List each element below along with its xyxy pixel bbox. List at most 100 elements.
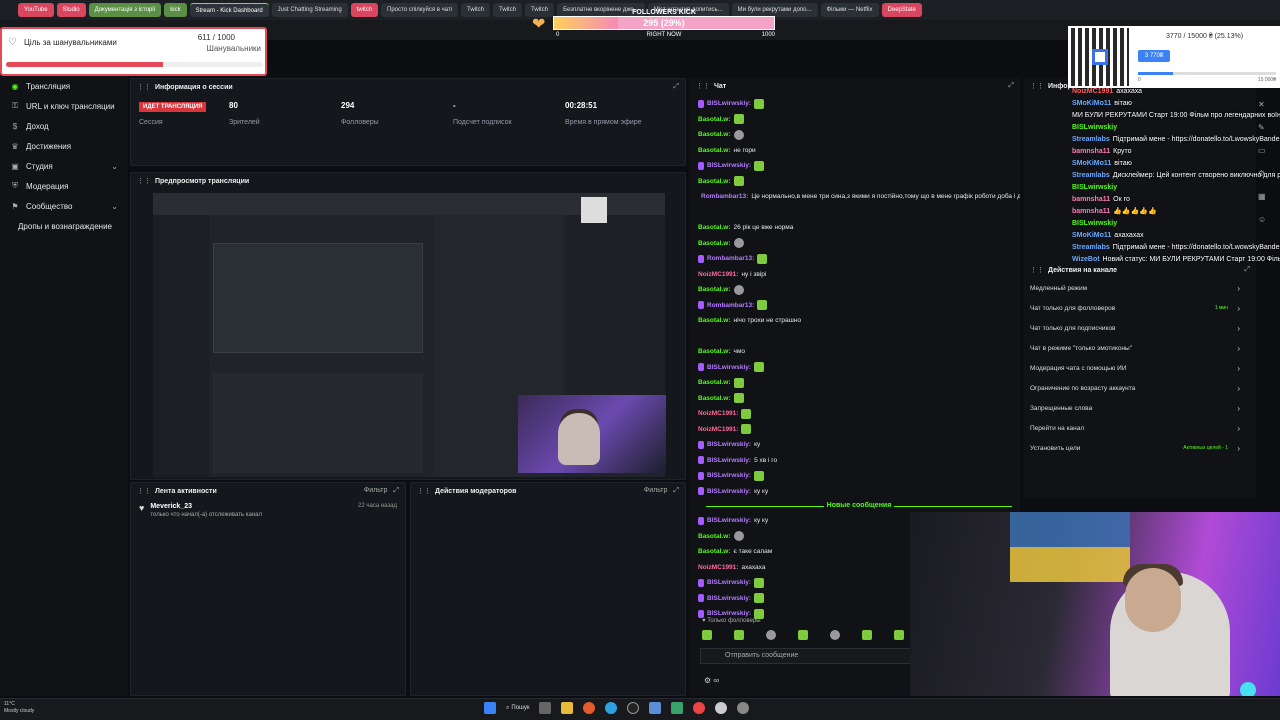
chat-message[interactable]: Rombambar13:: [698, 298, 1020, 314]
browser-tab[interactable]: Twitch: [461, 3, 491, 17]
browser-tab[interactable]: YouTube: [18, 3, 54, 17]
chat-username[interactable]: NoizMC1991:: [698, 406, 738, 422]
channel-action-row[interactable]: Установить цели Активных целей - 1 ›: [1024, 438, 1256, 458]
channel-action-row[interactable]: Перейти на канал ›: [1024, 418, 1256, 438]
chat-username[interactable]: BISLwirwskiy:: [707, 513, 751, 529]
chat-username[interactable]: BISLwirwskiy:: [707, 575, 751, 591]
drag-handle-icon[interactable]: ⋮⋮: [137, 487, 151, 495]
chat-message[interactable]: Rombambar13:: [698, 251, 1020, 267]
chat-message[interactable]: BISLwirwskiy: 5 хв і го: [698, 453, 1020, 469]
emote-icon[interactable]: [702, 630, 712, 640]
task-view-icon[interactable]: [539, 702, 552, 714]
chat-username[interactable]: BISLwirwskiy:: [707, 453, 751, 469]
chat-message[interactable]: NoizMC1991:: [698, 406, 1020, 422]
drag-handle-icon[interactable]: ⋮⋮: [137, 83, 151, 91]
browser-tab[interactable]: Фільми — Netflix: [820, 3, 879, 17]
chat-username[interactable]: Basotal.w:: [698, 391, 731, 407]
drag-handle-icon[interactable]: ⋮⋮: [1030, 82, 1044, 90]
chrome-icon[interactable]: [693, 702, 706, 714]
weather-widget[interactable]: 11°C Mostly cloudy: [4, 701, 34, 715]
chat-username[interactable]: NoizMC1991:: [698, 560, 738, 576]
chat-message[interactable]: Basotal.w: не гори: [698, 143, 1020, 159]
chevron-down-icon[interactable]: ⌄: [111, 162, 118, 171]
emote-icon[interactable]: [894, 630, 904, 640]
chat-username[interactable]: Basotal.w:: [698, 143, 731, 159]
chat-username[interactable]: Rombambar13:: [701, 189, 748, 205]
settings-icon[interactable]: [737, 702, 750, 714]
chat-message[interactable]: Basotal.w:: [698, 282, 1020, 298]
browser-tab[interactable]: twitch: [350, 3, 379, 17]
sidebar-item[interactable]: $ Доход: [0, 116, 128, 136]
channel-action-row[interactable]: Чат в режиме "только эмотиконы" ›: [1024, 338, 1256, 358]
drag-handle-icon[interactable]: ⋮⋮: [696, 82, 710, 90]
chat-message[interactable]: [698, 205, 1020, 221]
chat-message[interactable]: Rombambar13: Це нормально,в мене три сина…: [698, 189, 1020, 205]
filter-button[interactable]: Фильтр: [364, 487, 388, 495]
chat-message[interactable]: BISLwirwskiy:: [698, 468, 1020, 484]
channel-action-row[interactable]: Медленный режим ›: [1024, 278, 1256, 298]
chat-username[interactable]: Basotal.w:: [698, 282, 731, 298]
emote-icon[interactable]: [798, 630, 808, 640]
chat-username[interactable]: Basotal.w:: [698, 127, 731, 143]
chat-username[interactable]: Basotal.w:: [698, 313, 731, 329]
chat-message[interactable]: Basotal.w:: [698, 391, 1020, 407]
emote-icon[interactable]: [830, 630, 840, 640]
browser-tab[interactable]: DeepState: [881, 3, 922, 17]
drag-handle-icon[interactable]: ⋮⋮: [417, 487, 431, 495]
chat-username[interactable]: Basotal.w:: [698, 375, 731, 391]
chat-settings-button[interactable]: ⚙ ∞: [704, 676, 719, 685]
chat-username[interactable]: BISLwirwskiy:: [707, 96, 751, 112]
chat-message[interactable]: Basotal.w: чмо: [698, 344, 1020, 360]
channel-action-row[interactable]: Модерация чата с помощью ИИ ›: [1024, 358, 1256, 378]
chat-username[interactable]: BISLwirwskiy:: [707, 468, 751, 484]
sidebar-item[interactable]: ◉ Трансляция: [0, 76, 128, 96]
channel-action-row[interactable]: Чат только для фолловеров 1 мин ›: [1024, 298, 1256, 318]
chat-message[interactable]: Basotal.w:: [698, 236, 1020, 252]
browser-tab[interactable]: Studio: [56, 3, 86, 17]
app-icon[interactable]: [649, 702, 662, 714]
drag-handle-icon[interactable]: ⋮⋮: [1030, 266, 1044, 274]
chat-username[interactable]: Basotal.w:: [698, 112, 731, 128]
chat-username[interactable]: Rombambar13:: [707, 251, 754, 267]
expand-icon[interactable]: ⤢: [393, 487, 399, 495]
app-icon[interactable]: [671, 702, 684, 714]
chat-message[interactable]: NoizMC1991:: [698, 422, 1020, 438]
app-icon[interactable]: [715, 702, 728, 714]
sidebar-item[interactable]: ⚿ URL и ключ трансляции: [0, 96, 128, 116]
channel-action-row[interactable]: Чат только для подписчиков ›: [1024, 318, 1256, 338]
chat-message[interactable]: Basotal.w:: [698, 127, 1020, 143]
chat-message[interactable]: BISLwirwskiy: ку ку: [698, 484, 1020, 500]
channel-action-row[interactable]: Запрещенные слова ›: [1024, 398, 1256, 418]
chevron-down-icon[interactable]: ⌄: [111, 202, 118, 211]
chat-message[interactable]: BISLwirwskiy:: [698, 96, 1020, 112]
expand-icon[interactable]: ⤢: [1008, 82, 1014, 90]
chat-username[interactable]: Basotal.w:: [698, 544, 731, 560]
sidebar-item[interactable]: Дропы и вознаграждение: [0, 216, 128, 236]
sidebar-item[interactable]: ⚑ Сообщество ⌄: [0, 196, 128, 216]
channel-action-row[interactable]: Ограничение по возрасту аккаунта ›: [1024, 378, 1256, 398]
chat-message[interactable]: Basotal.w:: [698, 174, 1020, 190]
chat-message[interactable]: NoizMC1991: ну і звірі: [698, 267, 1020, 283]
expand-icon[interactable]: ⤢: [1244, 266, 1250, 274]
browser-tab[interactable]: Twitch: [493, 3, 523, 17]
chat-message[interactable]: Basotal.w:: [698, 375, 1020, 391]
chat-username[interactable]: NoizMC1991:: [698, 267, 738, 283]
firefox-icon[interactable]: [583, 702, 596, 714]
chat-message[interactable]: Basotal.w: нічо трохи не страшно: [698, 313, 1020, 329]
chat-username[interactable]: BISLwirwskiy:: [707, 484, 751, 500]
chat-message[interactable]: BISLwirwskiy: ку: [698, 437, 1020, 453]
browser-tab[interactable]: Stream - Kick Dashboard: [189, 3, 269, 17]
chat-username[interactable]: BISLwirwskiy:: [707, 158, 751, 174]
filter-button[interactable]: Фильтр: [644, 487, 668, 495]
activity-username[interactable]: Meverick_23: [150, 503, 262, 510]
chat-username[interactable]: Basotal.w:: [698, 174, 731, 190]
chat-username[interactable]: BISLwirwskiy:: [707, 360, 751, 376]
chat-message[interactable]: BISLwirwskiy:: [698, 360, 1020, 376]
browser-tab[interactable]: Just Chatting Streaming: [271, 3, 348, 17]
chat-username[interactable]: Basotal.w:: [698, 236, 731, 252]
emote-icon[interactable]: [862, 630, 872, 640]
stream-preview-video[interactable]: [153, 193, 666, 477]
chat-username[interactable]: BISLwirwskiy:: [707, 437, 751, 453]
expand-icon[interactable]: ⤢: [673, 487, 679, 495]
chat-message[interactable]: Basotal.w:: [698, 112, 1020, 128]
